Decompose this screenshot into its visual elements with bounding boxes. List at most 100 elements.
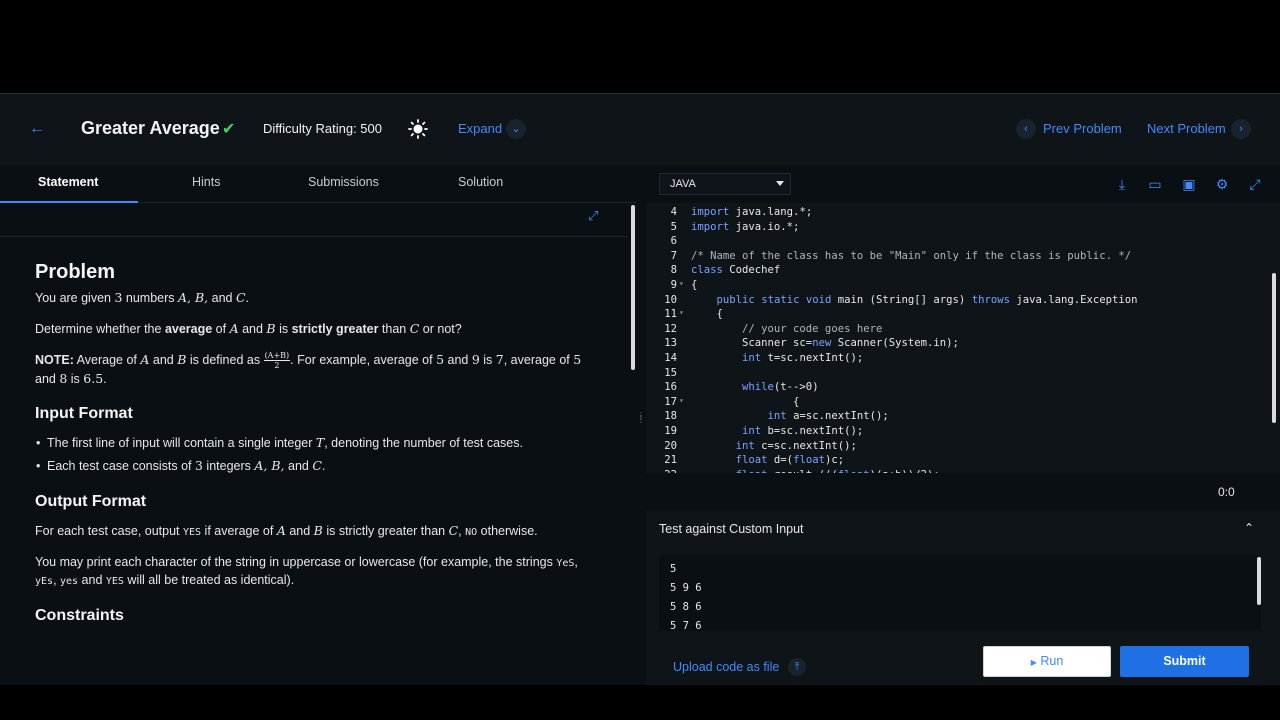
problem-note: NOTE: Average of A and B is defined as (… xyxy=(35,350,582,386)
line-number: 14 xyxy=(664,352,677,364)
statement-tabs: Statement Hints Submissions Solution xyxy=(0,165,636,203)
download-icon[interactable]: ⤓ xyxy=(1113,175,1131,193)
save-icon[interactable]: ▣ xyxy=(1180,175,1198,193)
bottom-letterbox xyxy=(0,685,1280,720)
line-number: 17 xyxy=(664,395,677,408)
chevron-down-icon[interactable]: ⌄ xyxy=(506,119,526,139)
divider xyxy=(0,236,628,237)
code-text: public static void main (String[] args) … xyxy=(716,293,1138,306)
theme-sun-icon[interactable] xyxy=(408,119,428,139)
input-format-list: The first line of input will contain a s… xyxy=(36,434,595,476)
line-number: 16 xyxy=(664,381,677,394)
code-text: float result=(((float)(a+b))/2); xyxy=(691,469,940,473)
code-text: { xyxy=(691,395,800,408)
tab-solution[interactable]: Solution xyxy=(458,175,503,189)
tab-hints[interactable]: Hints xyxy=(192,175,220,189)
submit-button[interactable]: Submit xyxy=(1120,646,1249,677)
comment-icon[interactable]: ▭ xyxy=(1146,175,1164,193)
code-text: // your code goes here xyxy=(691,322,883,335)
dropdown-caret-icon[interactable] xyxy=(776,181,784,186)
solved-check-icon: ✔ xyxy=(222,121,236,138)
output-paragraph-1: For each test case, output YES if averag… xyxy=(35,522,538,538)
problem-paragraph-1: You are given 3 numbers A, B, and C. xyxy=(35,290,250,305)
cursor-position: 0:0 xyxy=(1218,485,1235,499)
gear-icon[interactable]: ⚙ xyxy=(1213,175,1231,193)
run-button[interactable]: ▶ Run xyxy=(983,646,1111,677)
editor-pane: JAVA ⤓ ▭ ▣ ⚙ ⤢ 4 import java.lang.*; 5 impo… xyxy=(646,165,1280,686)
upload-icon[interactable]: ⤒ xyxy=(788,658,806,676)
constraints-heading: Constraints xyxy=(35,607,124,625)
problem-statement: Problem You are given 3 numbers A, B, an… xyxy=(35,257,595,636)
difficulty-rating: Difficulty Rating: 500 xyxy=(263,121,382,136)
input-line: 5 xyxy=(670,563,677,575)
code-text: class Codechef xyxy=(691,264,781,277)
expand-button[interactable]: Expand xyxy=(458,121,502,136)
custom-input-title[interactable]: Test against Custom Input xyxy=(659,522,804,536)
line-number: 10 xyxy=(664,293,677,306)
chevron-up-icon[interactable]: ⌃ xyxy=(1244,521,1254,535)
line-number: 12 xyxy=(664,322,677,335)
average-fraction: (A+B) 2 xyxy=(263,350,291,370)
statement-scrollbar[interactable] xyxy=(631,205,635,370)
language-select[interactable]: JAVA xyxy=(659,173,791,195)
custom-input-panel: Test against Custom Input ⌃ 5 5 9 6 5 8 … xyxy=(646,511,1280,686)
problem-heading: Problem xyxy=(35,261,116,283)
maximize-icon[interactable]: ⤢ xyxy=(588,208,606,226)
code-text: while(t-->0) xyxy=(742,381,819,394)
back-arrow-icon[interactable]: ← xyxy=(25,119,49,139)
line-number: 21 xyxy=(664,454,677,467)
editor-scrollbar[interactable] xyxy=(1272,273,1276,423)
line-number: 13 xyxy=(664,337,677,350)
code-text: int c=sc.nextInt(); xyxy=(735,439,857,452)
line-number: 15 xyxy=(664,366,677,379)
input-format-heading: Input Format xyxy=(35,405,133,423)
code-text: Scanner sc=new Scanner(System.in); xyxy=(691,337,959,350)
code-editor[interactable]: 4 import java.lang.*; 5 import java.io.*; 6 7… xyxy=(646,203,1280,473)
line-number: 11 xyxy=(664,308,677,321)
chevron-right-icon[interactable]: › xyxy=(1231,119,1251,139)
statement-pane: Statement Hints Submissions Solution ⤢ P… xyxy=(0,165,636,686)
active-tab-indicator xyxy=(0,201,138,203)
line-number: 19 xyxy=(664,425,677,437)
input-line: 5 7 6 xyxy=(670,620,702,631)
code-text: import java.lang.*; xyxy=(691,206,813,218)
code-text: import java.io.*; xyxy=(691,220,800,233)
chevron-left-icon[interactable]: ‹ xyxy=(1016,119,1036,139)
tab-statement[interactable]: Statement xyxy=(38,175,98,189)
line-number: 9 xyxy=(670,279,677,291)
tab-submissions[interactable]: Submissions xyxy=(308,175,379,189)
custom-input-textarea[interactable]: 5 5 9 6 5 8 6 5 7 6 xyxy=(659,555,1261,631)
next-problem-button[interactable]: Next Problem xyxy=(1147,121,1226,136)
line-number: 6 xyxy=(670,235,677,248)
upload-code-button[interactable]: Upload code as file xyxy=(673,660,779,674)
fold-arrow-icon[interactable]: ▾ xyxy=(679,396,684,405)
play-icon: ▶ xyxy=(1030,658,1037,667)
run-label: Run xyxy=(1040,654,1064,668)
editor-toolbar: JAVA ⤓ ▭ ▣ ⚙ ⤢ xyxy=(646,165,1280,203)
app-window: ← Greater Average ✔ Difficulty Rating: 5… xyxy=(0,93,1280,686)
line-number: 20 xyxy=(664,439,677,452)
code-text: int t=sc.nextInt(); xyxy=(742,352,864,364)
line-number: 8 xyxy=(670,264,677,277)
input-line: 5 8 6 xyxy=(670,601,702,613)
list-item: Each test case consists of 3 integers A,… xyxy=(36,457,595,476)
problem-title: Greater Average xyxy=(81,118,220,138)
code-text: int b=sc.nextInt(); xyxy=(742,425,864,437)
fold-arrow-icon[interactable]: ▾ xyxy=(679,308,684,317)
output-paragraph-2: You may print each character of the stri… xyxy=(35,554,578,588)
prev-problem-button[interactable]: Prev Problem xyxy=(1043,121,1122,136)
fold-arrow-icon[interactable]: ▾ xyxy=(679,279,684,288)
input-line: 5 9 6 xyxy=(670,582,702,594)
output-format-heading: Output Format xyxy=(35,492,147,510)
line-number: 22 xyxy=(646,469,677,473)
fullscreen-icon[interactable]: ⤢ xyxy=(1246,175,1264,193)
pane-resize-handle[interactable]: ⋮ ⋮ xyxy=(637,412,645,444)
line-number: 4 xyxy=(670,206,677,218)
code-text: { xyxy=(691,279,698,291)
code-text: { xyxy=(691,308,723,321)
input-scrollbar[interactable] xyxy=(1257,557,1261,605)
line-number: 5 xyxy=(670,220,677,233)
problem-paragraph-2: Determine whether the average of A and B… xyxy=(35,320,462,336)
line-number: 18 xyxy=(664,410,677,423)
list-item: The first line of input will contain a s… xyxy=(36,434,595,453)
